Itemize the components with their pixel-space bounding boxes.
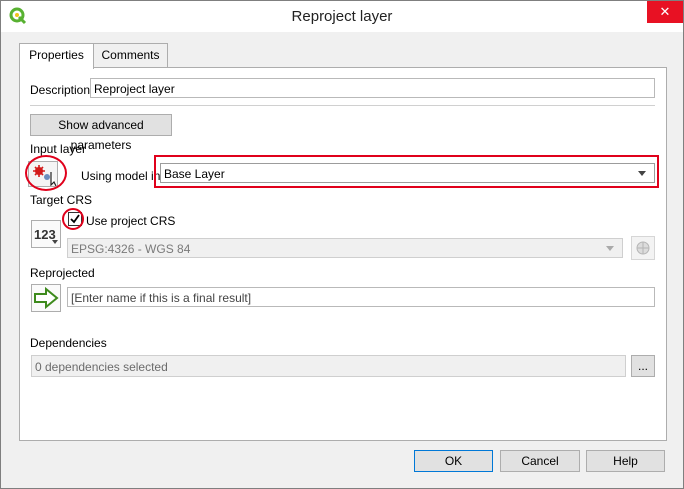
dependencies-value: 0 dependencies selected (35, 360, 168, 374)
base-layer-highlight (154, 155, 659, 188)
crs-picker-button (631, 236, 655, 260)
window-title: Reproject layer (291, 8, 393, 25)
description-field[interactable]: Reproject layer (90, 78, 655, 98)
output-name-placeholder: [Enter name if this is a final result] (71, 291, 252, 305)
show-advanced-parameters-button[interactable]: Show advanced parameters (30, 114, 172, 152)
output-name-field[interactable]: [Enter name if this is a final result] (67, 287, 655, 307)
crs-source-button[interactable]: 123 (31, 220, 61, 248)
target-crs-label: Target CRS (30, 193, 93, 207)
input-layer-label: Input layer (30, 142, 87, 156)
chevron-down-icon (606, 246, 614, 251)
ok-button[interactable]: OK (414, 450, 493, 472)
globe-icon (636, 241, 650, 255)
properties-panel: Description Reproject layer Show advance… (19, 67, 667, 441)
description-label: Description (30, 83, 91, 97)
crs-select: EPSG:4326 - WGS 84 (67, 238, 623, 258)
dependencies-browse-button[interactable]: ... (631, 355, 655, 377)
output-source-button[interactable] (31, 284, 61, 312)
reprojected-label: Reprojected (30, 266, 95, 280)
output-arrow-icon (34, 286, 59, 310)
tab-comments[interactable]: Comments (93, 43, 168, 67)
close-icon: ✕ (659, 4, 671, 19)
crs-value: EPSG:4326 - WGS 84 (71, 242, 191, 256)
close-button[interactable]: ✕ (647, 1, 683, 23)
cancel-button[interactable]: Cancel (500, 450, 580, 472)
input-source-highlight (25, 155, 67, 191)
dependencies-field: 0 dependencies selected (31, 355, 626, 377)
title-bar: Reproject layer ✕ (1, 1, 683, 32)
use-project-crs-label: Use project CRS (86, 214, 176, 228)
tab-properties[interactable]: Properties (19, 43, 94, 69)
chevron-down-icon (52, 240, 58, 244)
checkbox-highlight (62, 208, 84, 230)
tab-label: Properties (29, 48, 84, 62)
dependencies-label: Dependencies (30, 336, 107, 350)
dialog-window: Reproject layer ✕ Properties Comments De… (0, 0, 684, 489)
separator (30, 105, 655, 106)
help-button[interactable]: Help (586, 450, 665, 472)
tab-label: Comments (101, 48, 160, 62)
